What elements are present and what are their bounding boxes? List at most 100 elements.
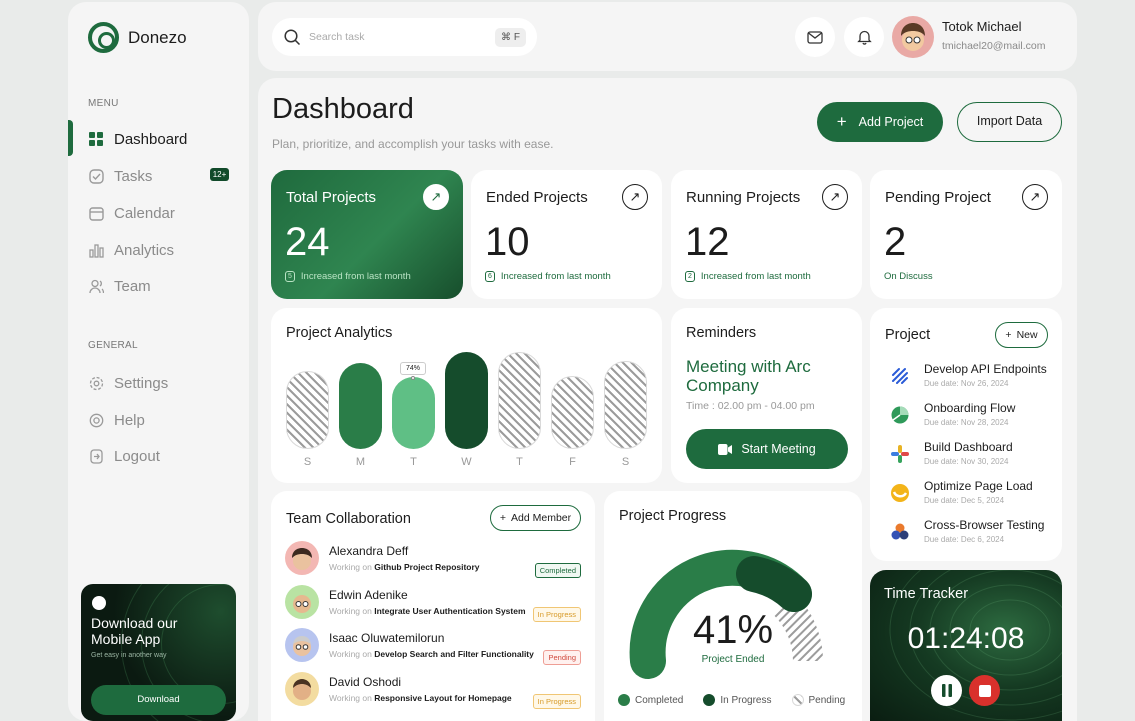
search-shortcut: ⌘ F [495, 28, 526, 47]
analytics-bar[interactable] [551, 376, 594, 449]
time-tracker-title: Time Tracker [884, 586, 969, 602]
app-logo-icon [92, 596, 106, 610]
search-box[interactable]: Search task ⌘ F [272, 18, 537, 56]
team-member-row[interactable]: Edwin Adenike Working on Integrate User … [285, 585, 526, 619]
arrow-up-right-icon[interactable]: ↗ [423, 184, 449, 210]
reminder-event: Meeting with Arc Company [686, 357, 811, 395]
mail-icon [807, 30, 823, 44]
stat-card-ended-projects[interactable]: Ended Projects ↗ 10 6 Increased from las… [471, 170, 662, 299]
plus-icon: + [1005, 329, 1012, 341]
general-section-label: GENERAL [88, 340, 138, 351]
stat-footer-text: Increased from last month [500, 271, 611, 282]
sidebar-item-analytics[interactable]: Analytics [88, 239, 174, 261]
day-label: T [516, 456, 523, 468]
reminders-title: Reminders [686, 325, 757, 341]
list-item[interactable]: Build Dashboard Due date: Nov 30, 2024 [890, 440, 1013, 466]
cross-browser-testing-icon [891, 523, 909, 540]
project-due: Due date: Nov 28, 2024 [924, 418, 1009, 427]
menu-section-label: MENU [88, 98, 119, 109]
arrow-up-right-icon[interactable]: ↗ [1022, 184, 1048, 210]
download-button[interactable]: Download [91, 685, 226, 715]
team-member-row[interactable]: David Oshodi Working on Responsive Layou… [285, 672, 512, 706]
import-data-button[interactable]: Import Data [957, 102, 1062, 142]
analytics-bar[interactable] [604, 361, 647, 449]
team-member-row[interactable]: Isaac Oluwatemilorun Working on Develop … [285, 628, 534, 662]
stat-card-total-projects[interactable]: Total Projects ↗ 24 5 Increased from las… [271, 170, 463, 299]
stat-value: 2 [884, 220, 907, 264]
legend-in-progress-dot [703, 694, 716, 706]
legend-completed-dot [618, 694, 630, 706]
project-due: Due date: Nov 26, 2024 [924, 379, 1009, 388]
sidebar-item-label: Tasks [114, 167, 153, 185]
analytics-bar[interactable] [286, 371, 329, 449]
gear-icon [88, 375, 104, 391]
stat-change-tag: 6 [485, 271, 495, 282]
project-due: Due date: Dec 6, 2024 [924, 535, 1005, 544]
analytics-bar[interactable] [339, 363, 382, 449]
member-name: David Oshodi [329, 675, 402, 689]
notification-button[interactable] [844, 17, 884, 57]
arrow-up-right-icon[interactable]: ↗ [622, 184, 648, 210]
new-project-button[interactable]: + New [995, 322, 1048, 348]
progress-legend: Completed In Progress Pending [618, 694, 845, 706]
member-name: Edwin Adenike [329, 588, 408, 602]
stat-change-tag: 2 [685, 271, 695, 282]
sidebar-item-dashboard[interactable]: Dashboard [88, 128, 187, 150]
sidebar-item-settings[interactable]: Settings [88, 372, 168, 394]
start-meeting-label: Start Meeting [741, 442, 816, 456]
list-item[interactable]: Onboarding Flow Due date: Nov 28, 2024 [890, 401, 1015, 427]
list-item[interactable]: Optimize Page Load Due date: Dec 5, 2024 [890, 479, 1033, 505]
analytics-bar[interactable] [498, 352, 541, 449]
stat-value: 24 [285, 220, 330, 264]
stop-button[interactable] [969, 675, 1000, 706]
arrow-up-right-icon[interactable]: ↗ [822, 184, 848, 210]
analytics-bar[interactable] [392, 377, 435, 449]
pause-icon [941, 684, 952, 697]
sidebar: Donezo MENU Dashboard Tasks 12+ Calendar… [68, 2, 249, 721]
promo-title: Download our Mobile App [91, 615, 178, 647]
bell-icon [856, 30, 872, 45]
sidebar-item-logout[interactable]: Logout [88, 445, 160, 467]
sidebar-item-label: Analytics [114, 241, 175, 259]
page-subtitle: Plan, prioritize, and accomplish your ta… [272, 137, 554, 151]
stat-title: Total Projects [286, 189, 377, 206]
pause-button[interactable] [931, 675, 962, 706]
stat-value: 12 [685, 220, 730, 264]
plus-icon: + [836, 112, 847, 131]
search-icon [284, 29, 301, 46]
search-input[interactable]: Search task [309, 31, 364, 43]
project-list-card: Project + New Develop API Endpoints Due d… [870, 308, 1062, 561]
add-project-button[interactable]: + Add Project [817, 102, 943, 142]
avatar-face-icon [293, 595, 311, 613]
project-progress-card: Project Progress 41% Project Ended Compl… [604, 491, 862, 721]
tooltip-dot [411, 376, 415, 380]
list-item[interactable]: Develop API Endpoints Due date: Nov 26, 2… [890, 362, 1047, 388]
plus-icon: + [499, 512, 507, 524]
team-title: Team Collaboration [286, 511, 411, 527]
time-tracker-card: Time Tracker 01:24:08 [870, 570, 1062, 721]
brand-name: Donezo [128, 28, 187, 47]
start-meeting-button[interactable]: Start Meeting [686, 429, 848, 469]
gauge-in-progress-segment [736, 556, 812, 612]
user-avatar[interactable] [892, 16, 934, 58]
day-label: T [410, 456, 417, 468]
analytics-bar[interactable] [445, 352, 488, 449]
stat-card-running-projects[interactable]: Running Projects ↗ 12 2 Increased from l… [671, 170, 862, 299]
timer-display: 01:24:08 [907, 622, 1025, 655]
help-icon [88, 412, 104, 428]
status-badge: Pending [543, 650, 581, 665]
project-name: Build Dashboard [924, 440, 1013, 454]
stat-footer-text: Increased from last month [700, 271, 811, 282]
sidebar-item-tasks[interactable]: Tasks [88, 165, 152, 187]
list-item[interactable]: Cross-Browser Testing Due date: Dec 6, 20… [890, 518, 1044, 544]
sidebar-item-team[interactable]: Team [88, 275, 151, 297]
sidebar-item-help[interactable]: Help [88, 409, 145, 431]
stat-footer: On Discuss [884, 271, 933, 282]
add-member-button[interactable]: + Add Member [490, 505, 581, 531]
team-member-row[interactable]: Alexandra Deff Working on Github Project… [285, 541, 480, 575]
tasks-count-badge: 12+ [210, 168, 229, 181]
mail-button[interactable] [795, 17, 835, 57]
sidebar-item-calendar[interactable]: Calendar [88, 202, 175, 224]
stat-card-pending-project[interactable]: Pending Project ↗ 2 On Discuss [870, 170, 1062, 299]
member-name: Alexandra Deff [329, 544, 409, 558]
